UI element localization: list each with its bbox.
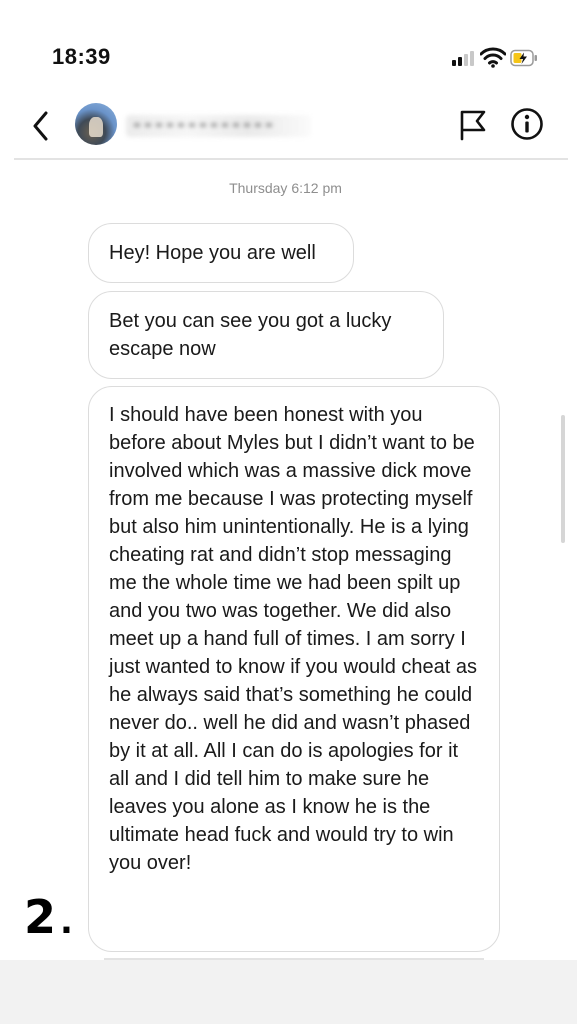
message-timestamp: Thursday 6:12 pm	[229, 180, 342, 196]
scrollbar[interactable]	[561, 415, 565, 543]
message-bubble[interactable]: Hey! Hope you are well	[88, 223, 354, 283]
status-bar: 18:39	[0, 0, 577, 90]
status-time: 18:39	[52, 44, 111, 69]
message-bubble[interactable]: Bet you can see you got a lucky escape n…	[88, 291, 444, 379]
wifi-icon	[480, 47, 506, 68]
cellular-signal-icon	[452, 50, 476, 66]
battery-charging-icon	[510, 49, 537, 67]
chevron-left-icon[interactable]	[28, 109, 54, 143]
info-icon[interactable]	[510, 107, 544, 141]
phone-screen: 18:39 Thursday 6:12 pm Hey! Hope you are…	[0, 0, 577, 960]
chat-header	[0, 95, 577, 157]
message-bubble[interactable]: I should have been honest with you befor…	[88, 386, 500, 952]
page-number-dot: .	[60, 902, 73, 942]
flag-icon[interactable]	[459, 109, 487, 141]
page-number: 2	[24, 890, 57, 944]
next-bubble-edge	[104, 958, 484, 960]
username-redacted[interactable]	[126, 115, 311, 137]
page-number-overlay: 2.	[24, 890, 73, 944]
header-divider	[14, 158, 568, 160]
avatar[interactable]	[75, 103, 117, 145]
